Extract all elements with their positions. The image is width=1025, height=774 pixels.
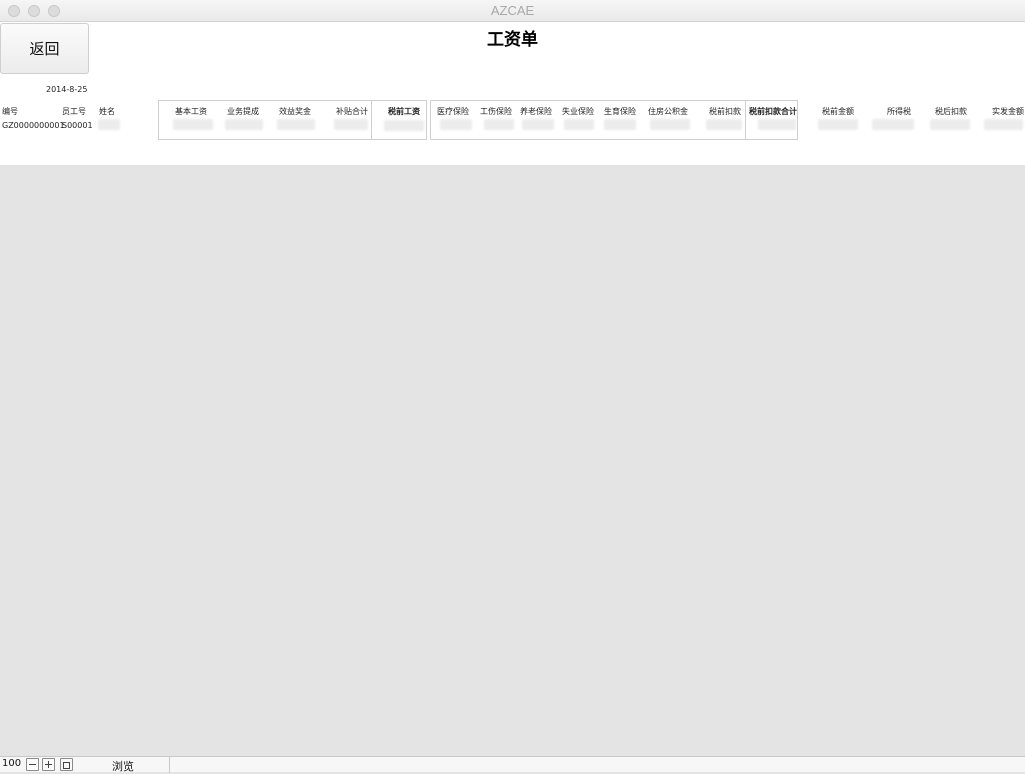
- id-value[interactable]: GZ0000000001: [2, 121, 65, 130]
- pension-insurance-value[interactable]: [522, 119, 554, 130]
- medical-insurance-value[interactable]: [440, 119, 472, 130]
- window-title: AZCAE: [490, 3, 535, 18]
- net-pay-value[interactable]: [984, 119, 1023, 130]
- housing-fund-label: 住房公积金: [648, 107, 688, 116]
- zoom-level[interactable]: 100: [2, 758, 21, 769]
- pretax-salary-label: 税前工资: [388, 107, 420, 116]
- subsidy-total-label: 补贴合计: [336, 107, 368, 116]
- base-salary-value[interactable]: [173, 119, 213, 130]
- maternity-insurance-value[interactable]: [604, 119, 636, 130]
- employee-id-label: 员工号: [62, 107, 86, 116]
- employee-id-value[interactable]: S00001: [62, 121, 93, 130]
- maternity-insurance-label: 生育保险: [604, 107, 636, 116]
- id-label: 编号: [2, 107, 18, 116]
- pretax-deduction-total-value[interactable]: [758, 119, 796, 130]
- pretax-deduction-label: 税前扣款: [709, 107, 741, 116]
- pretax-amount-label: 税前金额: [822, 107, 854, 116]
- page-title: 工资单: [487, 30, 538, 50]
- name-label: 姓名: [99, 107, 115, 116]
- pension-insurance-label: 养老保险: [520, 107, 552, 116]
- payslip-layout: 返回 工资单 2014-8-25 编号 GZ0000000001 员工号 S00…: [0, 22, 1025, 165]
- income-tax-label: 所得税: [887, 107, 911, 116]
- status-bar: 100 浏览: [0, 756, 1025, 773]
- unemployment-insurance-value[interactable]: [564, 119, 594, 130]
- zoom-in-icon[interactable]: [42, 758, 55, 771]
- toggle-toolbar-icon[interactable]: [60, 758, 73, 771]
- zoom-out-icon[interactable]: [26, 758, 39, 771]
- commission-label: 业务提成: [227, 107, 259, 116]
- unemployment-insurance-label: 失业保险: [562, 107, 594, 116]
- date-field: 2014-8-25: [46, 85, 88, 94]
- housing-fund-value[interactable]: [650, 119, 690, 130]
- commission-value[interactable]: [225, 119, 263, 130]
- bonus-label: 效益奖金: [279, 107, 311, 116]
- posttax-deduction-value[interactable]: [930, 119, 970, 130]
- injury-insurance-value[interactable]: [484, 119, 514, 130]
- pretax-amount-value[interactable]: [818, 119, 858, 130]
- net-pay-label: 实发金额: [992, 107, 1024, 116]
- medical-insurance-label: 医疗保险: [437, 107, 469, 116]
- posttax-deduction-label: 税后扣款: [935, 107, 967, 116]
- status-divider: [169, 757, 170, 773]
- pretax-deduction-value[interactable]: [706, 119, 742, 130]
- name-value[interactable]: [98, 119, 120, 130]
- base-salary-label: 基本工资: [175, 107, 207, 116]
- app-window: AZCAE 返回 工资单 2014-8-25 编号 GZ0000000001 员…: [0, 0, 1025, 773]
- title-bar: AZCAE: [0, 0, 1025, 22]
- pretax-salary-value[interactable]: [384, 120, 424, 131]
- pretax-deduction-total-label: 税前扣款合计: [749, 107, 797, 116]
- injury-insurance-label: 工伤保险: [480, 107, 512, 116]
- subsidy-total-value[interactable]: [334, 119, 368, 130]
- bonus-value[interactable]: [277, 119, 315, 130]
- income-tax-value[interactable]: [872, 119, 914, 130]
